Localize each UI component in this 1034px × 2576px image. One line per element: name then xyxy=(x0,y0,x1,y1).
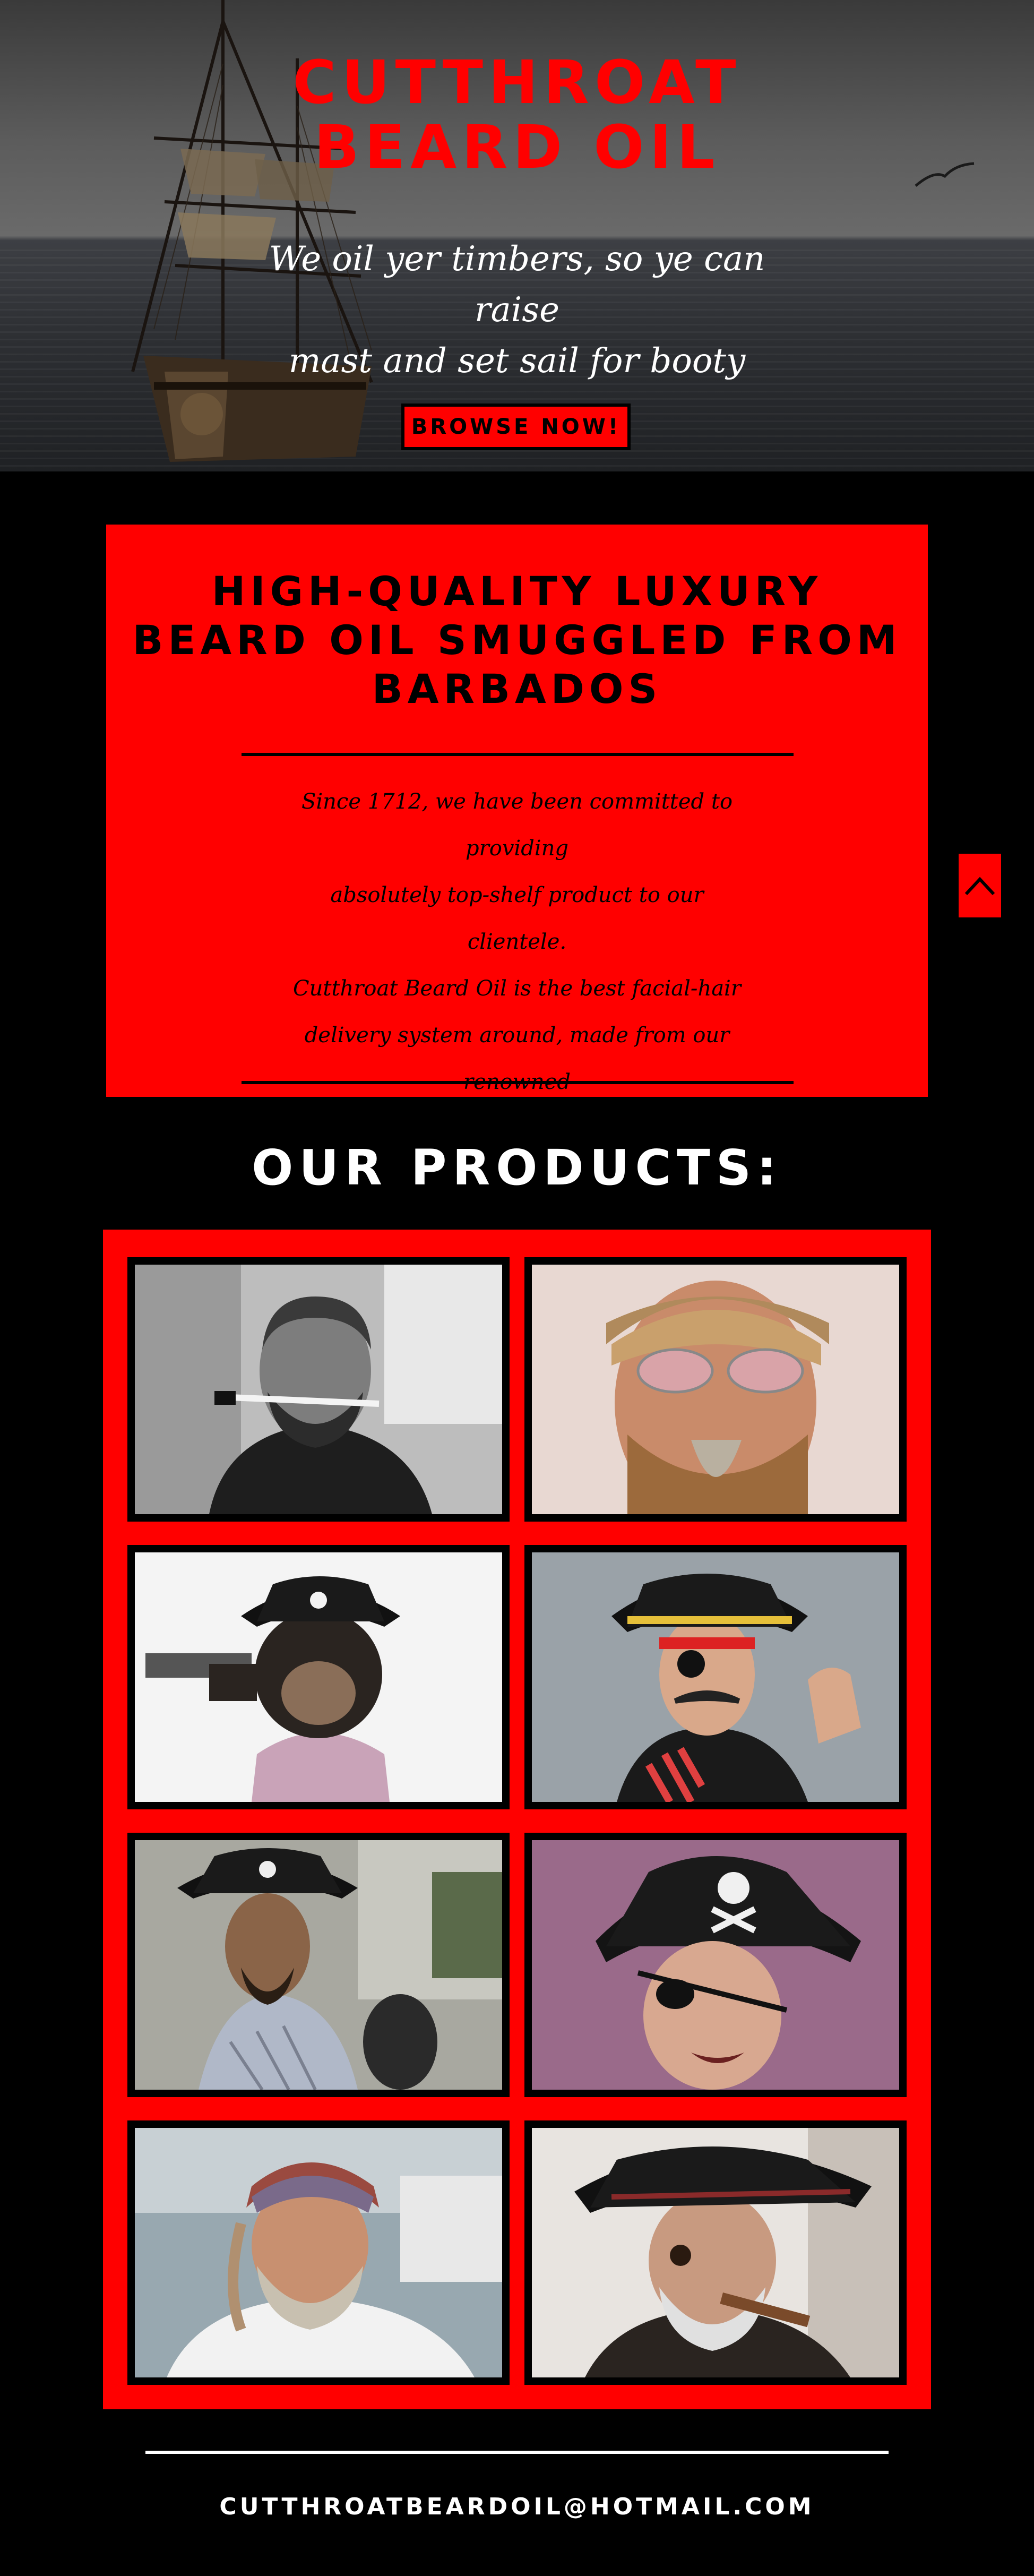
product-photo-2 xyxy=(532,1265,899,1514)
product-photo-6 xyxy=(532,1840,899,2090)
about-line-2: absolutely top-shelf product to our clie… xyxy=(330,883,704,954)
product-card-6[interactable] xyxy=(524,1833,907,2097)
product-card-3[interactable] xyxy=(127,1545,510,1809)
product-photo-1 xyxy=(135,1265,502,1514)
hero-banner: CUTTHROAT BEARD OIL We oil yer timbers, … xyxy=(0,0,1034,471)
contact-email-link[interactable]: CUTTHROATBEARDOIL@HOTMAIL.COM xyxy=(0,2491,1034,2523)
seagull-illustration xyxy=(915,162,975,187)
footer-divider xyxy=(145,2451,889,2454)
site-title: CUTTHROAT BEARD OIL xyxy=(255,50,779,180)
tagline-line-1: We oil yer timbers, so ye can raise xyxy=(269,239,765,330)
site-title-line-1: CUTTHROAT xyxy=(292,48,742,117)
products-heading: OUR PRODUCTS: xyxy=(252,1139,782,1196)
about-line-3: Cutthroat Beard Oil is the best facial-h… xyxy=(293,976,741,1001)
product-photo-5 xyxy=(135,1840,502,2090)
about-section: HIGH-QUALITY LUXURY BEARD OIL SMUGGLED F… xyxy=(106,525,928,1234)
browse-now-button[interactable]: BROWSE NOW! xyxy=(401,403,631,450)
product-card-8[interactable] xyxy=(524,2120,907,2385)
product-photo-8 xyxy=(532,2128,899,2377)
about-divider-bottom xyxy=(242,1081,794,1084)
about-line-1: Since 1712, we have been committed to pr… xyxy=(301,789,733,861)
product-grid xyxy=(103,1230,931,2409)
product-card-4[interactable] xyxy=(524,1545,907,1809)
tagline-line-2: mast and set sail for booty xyxy=(288,341,746,381)
product-photo-7 xyxy=(135,2128,502,2377)
about-heading: HIGH-QUALITY LUXURY BEARD OIL SMUGGLED F… xyxy=(132,568,902,712)
product-photo-4 xyxy=(532,1552,899,1802)
product-card-2[interactable] xyxy=(524,1257,907,1522)
product-card-5[interactable] xyxy=(127,1833,510,2097)
scroll-to-top-button[interactable] xyxy=(955,851,1004,921)
product-photo-3 xyxy=(135,1552,502,1802)
hero-tagline: We oil yer timbers, so ye can raise mast… xyxy=(252,234,782,387)
chevron-up-icon xyxy=(964,877,995,896)
about-divider-top xyxy=(242,753,794,756)
site-title-line-2: BEARD OIL xyxy=(314,113,720,182)
product-card-7[interactable] xyxy=(127,2120,510,2385)
product-card-1[interactable] xyxy=(127,1257,510,1522)
